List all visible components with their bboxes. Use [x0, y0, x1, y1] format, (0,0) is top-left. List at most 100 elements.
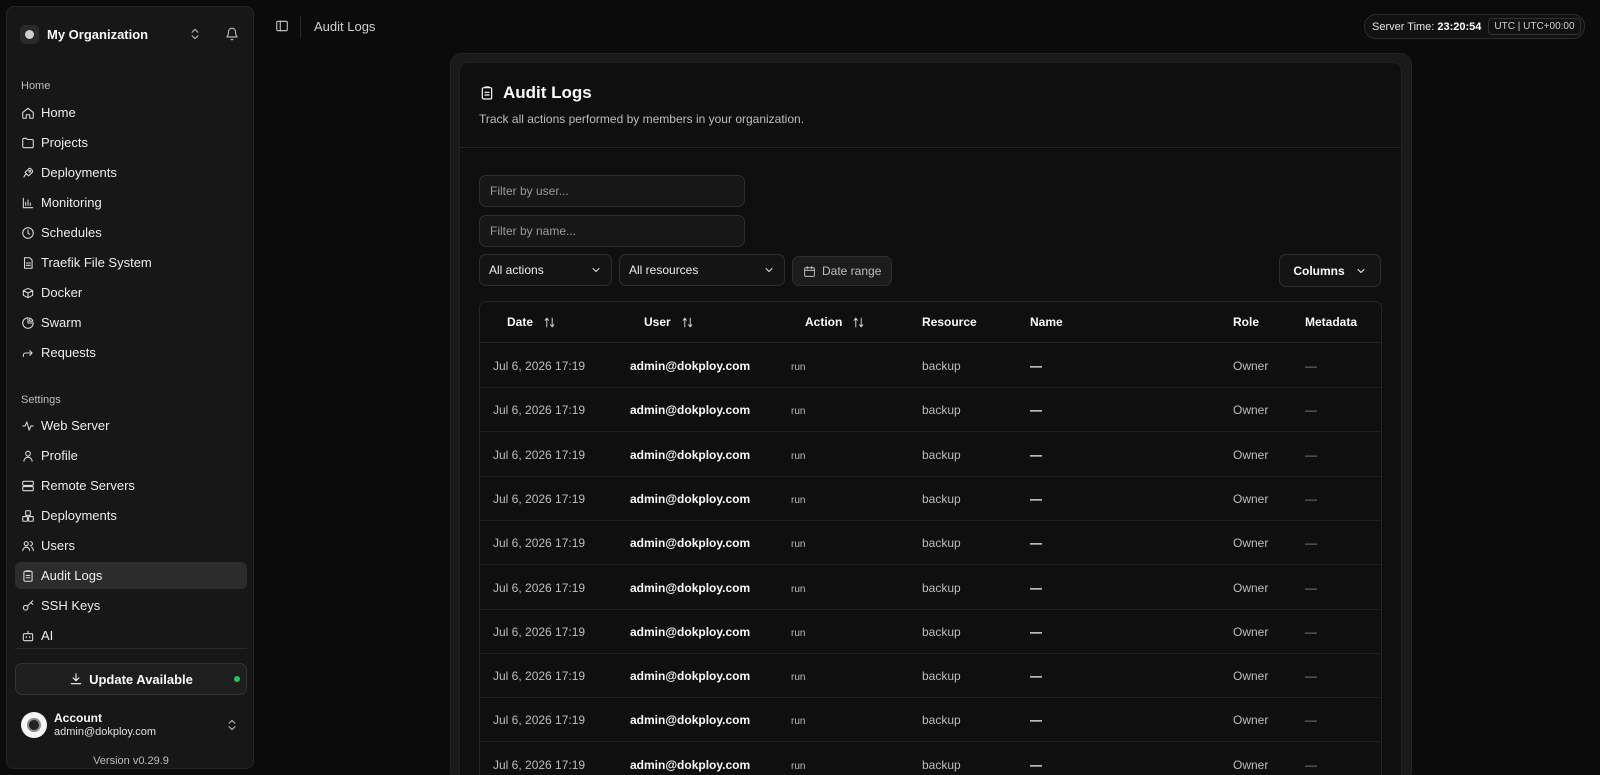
bot-icon: [21, 629, 41, 643]
resources-select-value: All resources: [629, 263, 699, 277]
sidebar-item-label: Profile: [41, 448, 78, 463]
bell-icon[interactable]: [225, 27, 239, 41]
user-icon: [21, 449, 41, 463]
sidebar-item-ai[interactable]: AI: [15, 622, 247, 649]
sidebar-item-requests[interactable]: Requests: [15, 339, 247, 366]
sidebar-item-swarm[interactable]: Swarm: [15, 309, 247, 336]
cell-date: Jul 6, 2026 17:19: [493, 669, 586, 684]
cell-role: Owner: [1233, 536, 1269, 551]
table-row[interactable]: Jul 6, 2026 17:19 admin@dokploy.com run bac…: [480, 654, 1381, 699]
table-row[interactable]: Jul 6, 2026 17:19 admin@dokploy.com run bac…: [480, 698, 1381, 743]
cell-resource: backup: [922, 757, 961, 772]
timezone-badge: UTC | UTC+00:00: [1488, 18, 1581, 35]
server-icon: [21, 479, 41, 493]
column-header-date[interactable]: Date: [507, 315, 556, 329]
cell-date: Jul 6, 2026 17:19: [493, 359, 586, 373]
sort-icon[interactable]: [543, 316, 556, 329]
cell-name: —: [1030, 536, 1042, 551]
group-label-settings: Settings: [21, 394, 61, 406]
cell-user: admin@dokploy.com: [630, 491, 751, 506]
cell-resource: backup: [922, 447, 961, 462]
sidebar-item-traefik-file-system[interactable]: Traefik File System: [15, 249, 247, 276]
cell-role: Owner: [1233, 757, 1269, 772]
table-row[interactable]: Jul 6, 2026 17:19 admin@dokploy.com run bac…: [480, 566, 1381, 610]
cell-resource: backup: [922, 359, 961, 373]
chevrons-up-down-icon[interactable]: [225, 718, 239, 732]
sidebar-item-label: AI: [41, 628, 54, 643]
chevron-down-icon: [765, 268, 773, 272]
sidebar-item-label: Docker: [41, 285, 83, 300]
sidebar-item-ssh-keys[interactable]: SSH Keys: [15, 592, 247, 619]
cell-name: —: [1030, 624, 1042, 639]
sidebar-item-monitoring[interactable]: Monitoring: [15, 189, 247, 216]
table-row[interactable]: Jul 6, 2026 17:19 admin@dokploy.com run bac…: [480, 388, 1381, 433]
table-row[interactable]: Jul 6, 2026 17:19 admin@dokploy.com run bac…: [480, 344, 1381, 388]
cell-name: —: [1030, 713, 1042, 728]
sidebar-item-audit-logs[interactable]: Audit Logs: [15, 562, 247, 589]
chevron-down-icon: [1357, 268, 1365, 273]
update-status-dot: [234, 676, 240, 682]
pie-icon: [21, 316, 41, 330]
activity-icon: [21, 419, 41, 433]
sidebar-item-projects[interactable]: Projects: [15, 129, 247, 156]
cell-metadata: —: [1305, 624, 1317, 639]
cell-date: Jul 6, 2026 17:19: [493, 491, 586, 506]
table-row[interactable]: Jul 6, 2026 17:19 admin@dokploy.com run bac…: [480, 433, 1381, 477]
chevron-down-icon: [592, 268, 600, 272]
cell-user: admin@dokploy.com: [630, 757, 751, 772]
clipboard-icon: [481, 86, 493, 100]
column-header-name: Name: [1030, 315, 1063, 329]
column-header-user[interactable]: User: [644, 315, 694, 329]
cell-user: admin@dokploy.com: [630, 536, 751, 551]
sidebar-divider: [15, 648, 247, 649]
page-subtitle: Track all actions performed by members i…: [479, 112, 805, 126]
cell-name: —: [1030, 669, 1042, 684]
cell-metadata: —: [1305, 757, 1317, 772]
table-row[interactable]: Jul 6, 2026 17:19 admin@dokploy.com run bac…: [480, 610, 1381, 654]
cell-metadata: —: [1305, 669, 1317, 684]
update-available-button[interactable]: Update Available: [15, 663, 247, 695]
resources-select[interactable]: All resources: [619, 254, 785, 286]
sidebar-item-users[interactable]: Users: [15, 532, 247, 559]
sort-icon[interactable]: [681, 316, 694, 329]
sidebar-item-docker[interactable]: Docker: [15, 279, 247, 306]
filter-by-user-input[interactable]: [479, 175, 745, 207]
actions-select[interactable]: All actions: [479, 254, 612, 286]
folder-icon: [21, 136, 41, 150]
column-header-action[interactable]: Action: [805, 315, 865, 329]
sidebar-item-home[interactable]: Home: [15, 99, 247, 126]
column-header-metadata: Metadata: [1305, 315, 1358, 329]
sidebar-item-deployments[interactable]: Deployments: [15, 159, 247, 186]
cell-action: run: [791, 539, 806, 551]
table-row[interactable]: Jul 6, 2026 17:19 admin@dokploy.com run bac…: [480, 743, 1381, 775]
sidebar-item-web-server[interactable]: Web Server: [15, 412, 247, 439]
cell-resource: backup: [922, 669, 961, 684]
columns-label: Columns: [1293, 263, 1345, 278]
table-row[interactable]: Jul 6, 2026 17:19 admin@dokploy.com run bac…: [480, 521, 1381, 566]
sort-icon[interactable]: [852, 316, 865, 329]
chevrons-up-down-icon[interactable]: [188, 27, 202, 41]
account-menu[interactable]: Account admin@dokploy.com: [21, 709, 243, 741]
columns-button[interactable]: Columns: [1279, 254, 1381, 287]
cell-user: admin@dokploy.com: [630, 403, 751, 418]
cell-action: run: [791, 716, 806, 728]
filter-by-name-input[interactable]: [479, 215, 745, 247]
date-range-button[interactable]: Date range: [792, 256, 892, 286]
sidebar-item-schedules[interactable]: Schedules: [15, 219, 247, 246]
cell-role: Owner: [1233, 624, 1269, 639]
cell-action: run: [791, 760, 806, 772]
topbar-divider: [300, 16, 301, 38]
sidebar-item-remote-servers[interactable]: Remote Servers: [15, 472, 247, 499]
box-icon: [21, 286, 41, 300]
org-switcher[interactable]: My Organization: [15, 16, 239, 52]
sidebar-toggle-icon[interactable]: [275, 19, 289, 33]
column-header-resource: Resource: [922, 315, 977, 329]
sidebar-item-label: Remote Servers: [41, 478, 135, 493]
sidebar-item-profile[interactable]: Profile: [15, 442, 247, 469]
table-row[interactable]: Jul 6, 2026 17:19 admin@dokploy.com run bac…: [480, 477, 1381, 521]
cell-action: run: [791, 406, 806, 418]
sidebar-item-label: Monitoring: [41, 195, 102, 210]
cell-date: Jul 6, 2026 17:19: [493, 403, 586, 418]
server-time-badge: Server Time: 23:20:54 UTC | UTC+00:00: [1364, 14, 1585, 39]
sidebar-item-deployments[interactable]: Deployments: [15, 502, 247, 529]
